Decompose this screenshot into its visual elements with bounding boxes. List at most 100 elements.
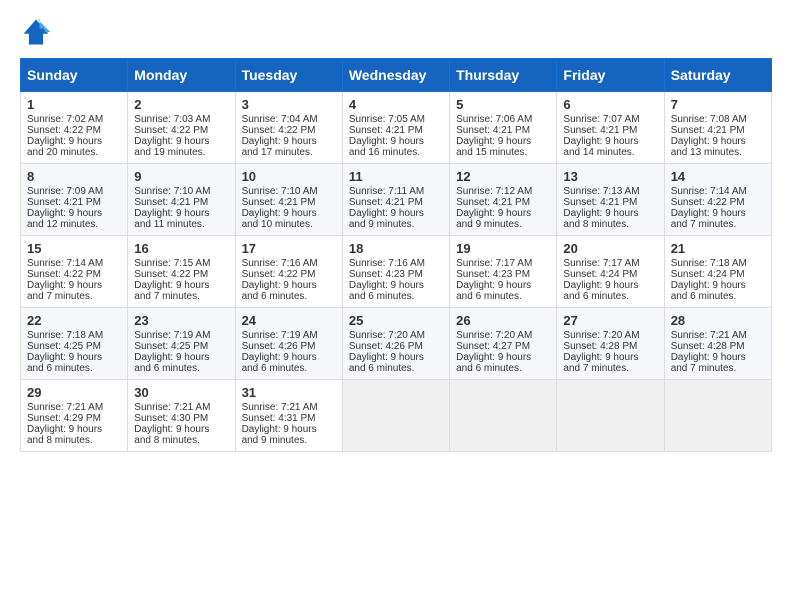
sunrise-text: Sunrise: 7:10 AM [134,186,210,197]
col-header-sunday: Sunday [21,59,128,92]
daylight-text: Daylight: 9 hours and 6 minutes. [349,352,424,374]
day-number: 6 [563,97,657,112]
day-number: 5 [456,97,550,112]
sunset-text: Sunset: 4:30 PM [134,413,208,424]
sunset-text: Sunset: 4:28 PM [563,341,637,352]
calendar-cell: 30Sunrise: 7:21 AMSunset: 4:30 PMDayligh… [128,380,235,452]
daylight-text: Daylight: 9 hours and 8 minutes. [563,208,638,230]
sunset-text: Sunset: 4:28 PM [671,341,745,352]
sunset-text: Sunset: 4:21 PM [563,125,637,136]
day-number: 23 [134,313,228,328]
calendar-cell: 29Sunrise: 7:21 AMSunset: 4:29 PMDayligh… [21,380,128,452]
sunrise-text: Sunrise: 7:18 AM [27,330,103,341]
sunset-text: Sunset: 4:24 PM [671,269,745,280]
sunset-text: Sunset: 4:31 PM [242,413,316,424]
daylight-text: Daylight: 9 hours and 7 minutes. [27,280,102,302]
day-number: 4 [349,97,443,112]
sunrise-text: Sunrise: 7:03 AM [134,114,210,125]
calendar-cell: 8Sunrise: 7:09 AMSunset: 4:21 PMDaylight… [21,164,128,236]
sunset-text: Sunset: 4:22 PM [134,269,208,280]
daylight-text: Daylight: 9 hours and 12 minutes. [27,208,102,230]
col-header-friday: Friday [557,59,664,92]
daylight-text: Daylight: 9 hours and 9 minutes. [456,208,531,230]
sunset-text: Sunset: 4:23 PM [349,269,423,280]
sunrise-text: Sunrise: 7:10 AM [242,186,318,197]
calendar-week-row: 8Sunrise: 7:09 AMSunset: 4:21 PMDaylight… [21,164,772,236]
sunset-text: Sunset: 4:23 PM [456,269,530,280]
day-number: 21 [671,241,765,256]
sunrise-text: Sunrise: 7:16 AM [242,258,318,269]
sunset-text: Sunset: 4:21 PM [456,197,530,208]
daylight-text: Daylight: 9 hours and 9 minutes. [349,208,424,230]
logo [20,16,56,48]
sunset-text: Sunset: 4:21 PM [456,125,530,136]
calendar-cell: 19Sunrise: 7:17 AMSunset: 4:23 PMDayligh… [450,236,557,308]
calendar-cell: 2 Sunrise: 7:03 AMSunset: 4:22 PMDaylight… [128,92,235,164]
sunrise-text: Sunrise: 7:20 AM [563,330,639,341]
calendar-cell: 25Sunrise: 7:20 AMSunset: 4:26 PMDayligh… [342,308,449,380]
calendar-cell: 15Sunrise: 7:14 AMSunset: 4:22 PMDayligh… [21,236,128,308]
day-number: 20 [563,241,657,256]
day-number: 9 [134,169,228,184]
calendar-cell: 31Sunrise: 7:21 AMSunset: 4:31 PMDayligh… [235,380,342,452]
calendar-cell [664,380,771,452]
calendar-cell: 23Sunrise: 7:19 AMSunset: 4:25 PMDayligh… [128,308,235,380]
calendar-cell: 20Sunrise: 7:17 AMSunset: 4:24 PMDayligh… [557,236,664,308]
daylight-text: Daylight: 9 hours and 10 minutes. [242,208,317,230]
day-number: 2 [134,97,228,112]
day-number: 28 [671,313,765,328]
day-number: 26 [456,313,550,328]
day-number: 15 [27,241,121,256]
sunrise-text: Sunrise: 7:05 AM [349,114,425,125]
sunset-text: Sunset: 4:21 PM [349,197,423,208]
calendar-cell: 5Sunrise: 7:06 AMSunset: 4:21 PMDaylight… [450,92,557,164]
day-number: 16 [134,241,228,256]
calendar-cell: 26Sunrise: 7:20 AMSunset: 4:27 PMDayligh… [450,308,557,380]
daylight-text: Daylight: 9 hours and 6 minutes. [671,280,746,302]
sunrise-text: Sunrise: 7:06 AM [456,114,532,125]
sunset-text: Sunset: 4:27 PM [456,341,530,352]
calendar-cell: 10Sunrise: 7:10 AMSunset: 4:21 PMDayligh… [235,164,342,236]
calendar-cell: 24Sunrise: 7:19 AMSunset: 4:26 PMDayligh… [235,308,342,380]
day-number: 3 [242,97,336,112]
daylight-text: Daylight: 9 hours and 6 minutes. [242,280,317,302]
calendar-cell: 12Sunrise: 7:12 AMSunset: 4:21 PMDayligh… [450,164,557,236]
sunset-text: Sunset: 4:21 PM [349,125,423,136]
sunset-text: Sunset: 4:22 PM [671,197,745,208]
calendar-week-row: 29Sunrise: 7:21 AMSunset: 4:29 PMDayligh… [21,380,772,452]
daylight-text: Daylight: 9 hours and 7 minutes. [671,352,746,374]
sunrise-text: Sunrise: 7:17 AM [563,258,639,269]
day-number: 1 [27,97,121,112]
calendar-cell [450,380,557,452]
day-number: 13 [563,169,657,184]
calendar-cell: 16Sunrise: 7:15 AMSunset: 4:22 PMDayligh… [128,236,235,308]
header [20,16,772,48]
calendar-cell: 22Sunrise: 7:18 AMSunset: 4:25 PMDayligh… [21,308,128,380]
day-number: 19 [456,241,550,256]
sunrise-text: Sunrise: 7:17 AM [456,258,532,269]
calendar-header-row: SundayMondayTuesdayWednesdayThursdayFrid… [21,59,772,92]
sunrise-text: Sunrise: 7:02 AM [27,114,103,125]
sunset-text: Sunset: 4:24 PM [563,269,637,280]
sunrise-text: Sunrise: 7:21 AM [134,402,210,413]
sunset-text: Sunset: 4:21 PM [563,197,637,208]
sunrise-text: Sunrise: 7:11 AM [349,186,424,197]
sunset-text: Sunset: 4:29 PM [27,413,101,424]
sunset-text: Sunset: 4:22 PM [134,125,208,136]
daylight-text: Daylight: 9 hours and 19 minutes. [134,136,209,158]
sunrise-text: Sunrise: 7:20 AM [349,330,425,341]
calendar-week-row: 15Sunrise: 7:14 AMSunset: 4:22 PMDayligh… [21,236,772,308]
daylight-text: Daylight: 9 hours and 17 minutes. [242,136,317,158]
daylight-text: Daylight: 9 hours and 11 minutes. [134,208,209,230]
sunset-text: Sunset: 4:22 PM [242,269,316,280]
calendar-cell [342,380,449,452]
sunrise-text: Sunrise: 7:13 AM [563,186,639,197]
calendar-cell: 21Sunrise: 7:18 AMSunset: 4:24 PMDayligh… [664,236,771,308]
calendar-cell: 9 Sunrise: 7:10 AMSunset: 4:21 PMDaylight… [128,164,235,236]
sunset-text: Sunset: 4:21 PM [671,125,745,136]
daylight-text: Daylight: 9 hours and 6 minutes. [456,352,531,374]
sunrise-text: Sunrise: 7:16 AM [349,258,425,269]
sunset-text: Sunset: 4:21 PM [134,197,208,208]
col-header-thursday: Thursday [450,59,557,92]
daylight-text: Daylight: 9 hours and 6 minutes. [134,352,209,374]
